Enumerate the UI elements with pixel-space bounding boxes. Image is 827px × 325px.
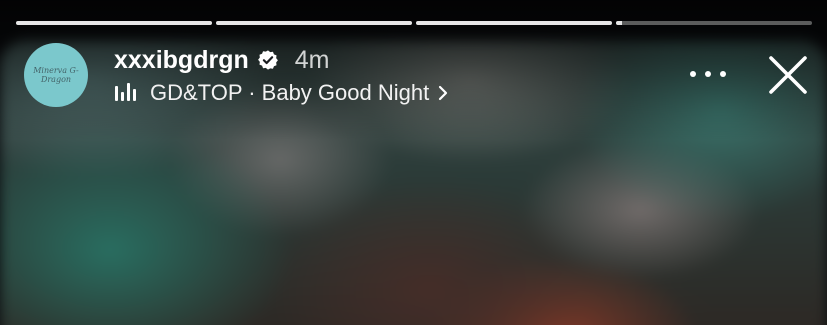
story-header: Minerva G-Dragon xxxibgdrgn 4m GD&TOP · … [24,43,449,107]
avatar[interactable]: Minerva G-Dragon [24,43,88,107]
username[interactable]: xxxibgdrgn [114,46,249,75]
music-label: GD&TOP · Baby Good Night [150,80,430,105]
chevron-right-icon [439,85,448,101]
progress-segment [16,21,212,25]
name-row: xxxibgdrgn 4m [114,45,449,75]
progress-fill [16,21,212,25]
progress-segment [216,21,412,25]
story-meta: xxxibgdrgn 4m GD&TOP · Baby Good Night [114,45,449,107]
more-dots-icon [720,71,726,77]
verified-badge-icon [257,50,278,70]
progress-segment [416,21,612,25]
music-attribution[interactable]: GD&TOP · Baby Good Night [114,79,449,107]
more-dots-icon [690,71,696,77]
progress-fill [216,21,412,25]
story-viewer: Minerva G-Dragon xxxibgdrgn 4m GD&TOP · … [0,0,827,325]
more-dots-icon [705,71,711,77]
progress-fill [616,21,622,25]
avatar-logo-text: Minerva G-Dragon [33,66,79,84]
more-options-button[interactable] [690,62,726,86]
close-icon[interactable] [766,53,810,97]
time-ago: 4m [294,45,330,74]
progress-fill [416,21,612,25]
progress-bars [16,21,812,25]
progress-segment [616,21,812,25]
music-bars-icon [115,83,136,101]
